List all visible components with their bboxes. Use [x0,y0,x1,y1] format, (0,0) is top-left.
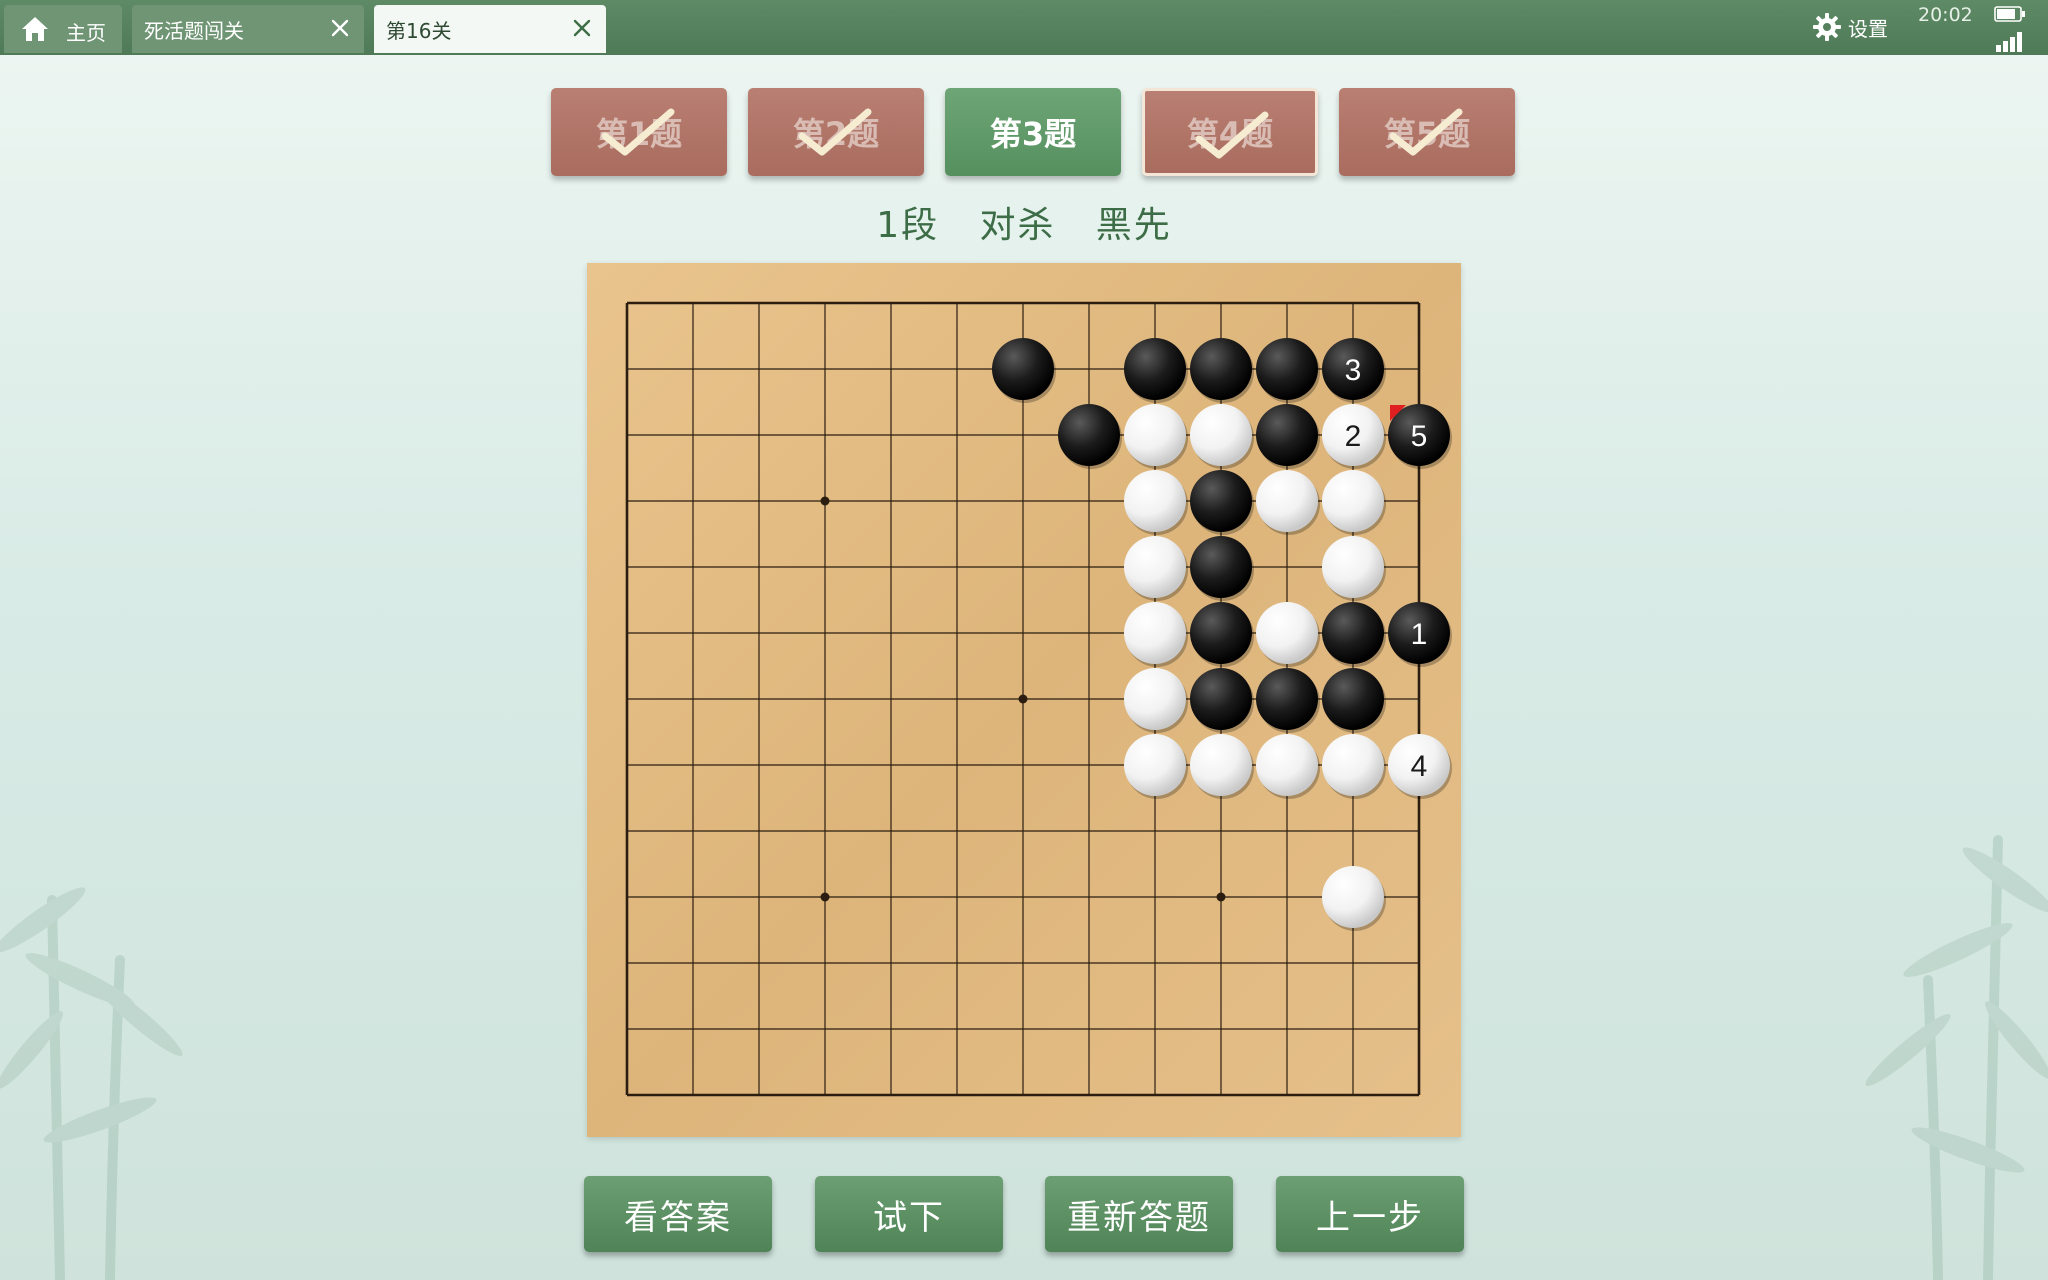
settings-label: 设置 [1848,16,1888,41]
black-stone [1256,668,1320,733]
white-stone [1124,404,1188,469]
problem-tab-5[interactable]: 第5题 [1339,88,1515,176]
black-stone [1190,338,1254,403]
white-stone [1256,734,1320,799]
check-icon [601,108,675,156]
home-icon [22,17,48,41]
settings-button[interactable]: 设置 [1812,10,1888,44]
tab-home[interactable]: 主页 [4,5,122,53]
black-stone [1256,338,1320,403]
problem-rank: 1段 [876,205,940,246]
problem-to-play: 黑先 [1095,205,1172,246]
go-board[interactable]: 3 2 5 1 4 [587,263,1461,1137]
black-stone [992,338,1056,403]
tab-label: 第16关 [386,18,452,43]
check-icon [1389,108,1463,156]
black-stone [1190,602,1254,667]
black-stone [1322,602,1386,667]
move-number-label: 1 [1411,618,1428,651]
black-stone [1190,668,1254,733]
black-stone: 3 [1322,338,1386,403]
top-bar: 主页 死活题闯关 第16关 设置 20:02 [0,0,2048,55]
tab-home-label: 主页 [66,21,106,45]
white-stone: 4 [1388,734,1452,799]
close-icon[interactable] [568,14,596,42]
black-stone: 5 [1388,404,1452,469]
problem-tab-2[interactable]: 第2题 [748,88,924,176]
white-stone [1190,404,1254,469]
white-stone [1322,734,1386,799]
star-point [820,496,830,506]
black-stone [1190,470,1254,535]
close-icon[interactable] [326,14,354,42]
black-stone: 1 [1388,602,1452,667]
problem-tab-1[interactable]: 第1题 [551,88,727,176]
move-number-label: 3 [1345,354,1362,387]
black-stone [1256,404,1320,469]
white-stone: 2 [1322,404,1386,469]
black-stone [1058,404,1122,469]
problem-tab-label: 第3题 [989,115,1077,153]
move-number-label: 4 [1411,750,1428,783]
problem-tab-3[interactable]: 第3题 [945,88,1121,176]
problem-tab-4[interactable]: 第4题 [1142,88,1318,176]
black-stone [1322,668,1386,733]
show-answer-button[interactable]: 看答案 [584,1176,772,1252]
white-stone [1124,668,1188,733]
white-stone [1322,536,1386,601]
black-stone [1190,536,1254,601]
white-stone [1256,470,1320,535]
white-stone [1124,470,1188,535]
problem-info: 1段 对杀 黑先 [0,196,2048,248]
move-number-label: 2 [1345,420,1362,453]
white-stone [1256,602,1320,667]
gear-icon [1813,13,1841,41]
bamboo-decoration-left [0,887,183,1280]
white-stone [1190,734,1254,799]
bamboo-decoration-right [1865,835,2048,1280]
white-stone [1124,602,1188,667]
check-icon [1195,111,1269,159]
try-move-button[interactable]: 试下 [815,1176,1003,1252]
undo-button[interactable]: 上一步 [1276,1176,1464,1252]
white-stone [1124,734,1188,799]
board-grid: 3 2 5 1 4 [625,301,1452,1097]
tab-life-death-challenge[interactable]: 死活题闯关 [132,5,364,53]
tab-label: 死活题闯关 [144,18,244,43]
check-icon [798,108,872,156]
white-stone [1322,866,1386,931]
battery-icon [1994,6,2025,22]
star-point [820,892,830,902]
status-clock: 20:02 [1918,4,1973,26]
retry-button[interactable]: 重新答题 [1045,1176,1233,1252]
move-number-label: 5 [1411,420,1428,453]
black-stone [1124,338,1188,403]
problem-type: 对杀 [979,205,1056,246]
white-stone [1124,536,1188,601]
white-stone [1322,470,1386,535]
star-point [1216,892,1226,902]
star-point [1018,694,1028,704]
signal-icon [1996,32,2022,52]
tab-level-16[interactable]: 第16关 [374,5,606,53]
